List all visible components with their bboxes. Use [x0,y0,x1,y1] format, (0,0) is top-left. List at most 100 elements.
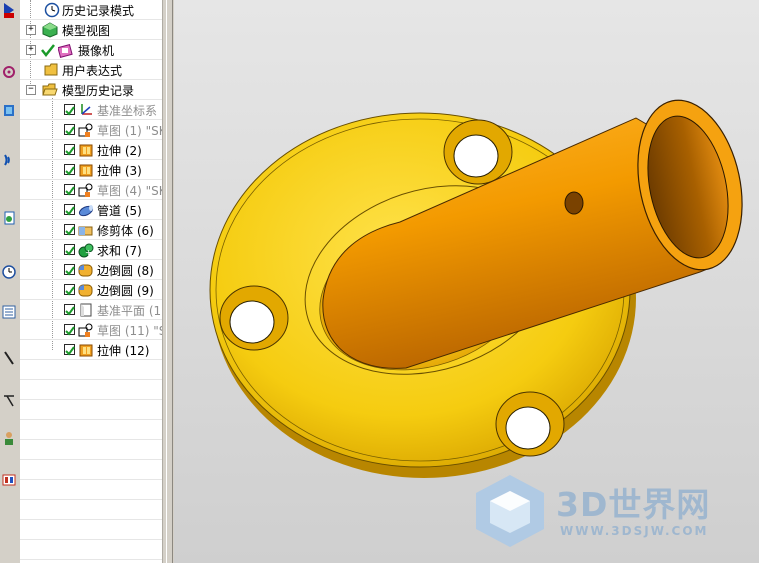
visibility-checkbox[interactable] [64,304,75,316]
tube-icon [78,205,94,217]
empty-row [20,480,162,500]
feature-label: 修剪体 (6) [97,224,154,238]
feature-label: 拉伸 (12) [97,344,150,358]
feature-row-sketch-4[interactable]: 草图 (4) "SK [20,180,162,200]
nav-item-model-history[interactable]: − 模型历史记录 [20,80,162,100]
visibility-checkbox[interactable] [64,264,75,276]
feature-row-unite-7[interactable]: + 求和 (7) [20,240,162,260]
watermark-text: 3D世界网 [556,485,711,524]
nav-item-label: 模型历史记录 [62,84,135,98]
sketch-icon [78,123,93,137]
edge-blend-icon [78,264,93,277]
role-icon[interactable] [0,428,18,448]
bolt-hole [443,119,513,185]
empty-row [20,400,162,420]
nav-item-label: 历史记录模式 [62,4,135,18]
empty-row [20,380,162,400]
empty-row [20,460,162,480]
graphics-window[interactable]: 3D世界网 WWW.3DSJW.COM [174,0,759,563]
nav-item-model-views[interactable]: + 模型视图 [20,20,162,40]
expand-icon[interactable]: + [26,45,36,55]
empty-row [20,420,162,440]
navigator-icon[interactable] [0,0,18,20]
checkmark-icon [41,44,55,58]
empty-row [20,540,162,560]
feature-row-trim-body-6[interactable]: 修剪体 (6) [20,220,162,240]
feature-label: 边倒圆 (8) [97,264,154,278]
sketch-icon[interactable] [0,348,18,368]
visibility-checkbox[interactable] [64,144,75,156]
visibility-checkbox[interactable] [64,224,75,236]
feature-label: 拉伸 (3) [97,164,142,178]
extrude-icon [79,164,93,177]
constraints-icon[interactable] [0,62,18,82]
feature-label: 草图 (1) "SK [97,124,162,138]
feature-row-tube-5[interactable]: 管道 (5) [20,200,162,220]
edge-blend-icon [78,284,93,297]
nav-item-user-expressions[interactable]: 用户表达式 [20,60,162,80]
visibility-checkbox[interactable] [64,164,75,176]
visibility-checkbox[interactable] [64,184,75,196]
camera-icon [58,44,73,58]
list-icon[interactable] [0,302,18,322]
trim-body-icon [78,226,93,236]
sketch-icon [78,183,93,197]
feature-row-sketch-1[interactable]: 草图 (1) "SK [20,120,162,140]
feature-row-extrude-3[interactable]: 拉伸 (3) [20,160,162,180]
empty-row [20,360,162,380]
bolt-hole [219,285,289,351]
folder-icon [44,63,58,76]
datum-csys-icon [81,104,92,115]
measure-icon[interactable] [0,390,18,410]
bolt-hole [495,391,565,457]
feature-label: 草图 (4) "SK [97,184,162,198]
expand-icon[interactable]: + [26,25,36,35]
feature-row-datum-csys[interactable]: 基准坐标系 [20,100,162,120]
feature-row-edge-blend-9[interactable]: 边倒圆 (9) [20,280,162,300]
visibility-checkbox[interactable] [64,104,75,116]
svg-text:+: + [85,248,92,257]
feature-label: 求和 (7) [97,244,142,258]
visibility-checkbox[interactable] [64,324,75,336]
visibility-checkbox[interactable] [64,284,75,296]
unite-icon: + [78,243,94,258]
assembly-icon[interactable] [0,100,18,120]
resource-bar [0,0,21,563]
feature-row-extrude-12[interactable]: 拉伸 (12) [20,340,162,360]
nav-item-label: 模型视图 [62,24,111,38]
feature-label: 管道 (5) [97,204,142,218]
feature-label: 边倒圆 (9) [97,284,154,298]
collapse-icon[interactable]: − [26,85,36,95]
feature-row-extrude-2[interactable]: 拉伸 (2) [20,140,162,160]
sketch-icon [78,323,93,337]
datum-plane-icon [80,303,92,317]
clock-icon [44,2,60,18]
watermark-logo [476,475,544,547]
nav-item-cameras[interactable]: + 摄像机 [20,40,162,60]
clock-icon[interactable] [0,262,18,282]
feature-row-edge-blend-8[interactable]: 边倒圆 (8) [20,260,162,280]
feature-label: 基准平面 (1 [97,304,162,318]
feature-label: 草图 (11) "S [97,324,162,338]
feature-label: 基准坐标系 [97,104,158,118]
palette-icon[interactable] [0,470,18,490]
web-icon[interactable] [0,150,18,170]
part-navigator: 历史记录模式 + 模型视图 + 摄像机 用户表达式 − 模型历史记录 基准坐标系… [20,0,162,563]
extrude-icon [79,344,93,357]
watermark-url: WWW.3DSJW.COM [560,524,709,538]
visibility-checkbox[interactable] [64,124,75,136]
nav-item-label: 摄像机 [78,44,115,58]
nav-item-history-mode[interactable]: 历史记录模式 [20,0,162,20]
visibility-checkbox[interactable] [64,204,75,216]
folder-open-icon [42,83,58,96]
feature-row-sketch-11[interactable]: 草图 (11) "S [20,320,162,340]
history-icon[interactable] [0,208,18,228]
empty-row [20,500,162,520]
visibility-checkbox[interactable] [64,244,75,256]
nav-item-label: 用户表达式 [62,64,123,78]
extrude-icon [79,144,93,157]
visibility-checkbox[interactable] [64,344,75,356]
feature-row-datum-plane[interactable]: 基准平面 (1 [20,300,162,320]
cross-hole [564,191,584,215]
empty-row [20,520,162,540]
